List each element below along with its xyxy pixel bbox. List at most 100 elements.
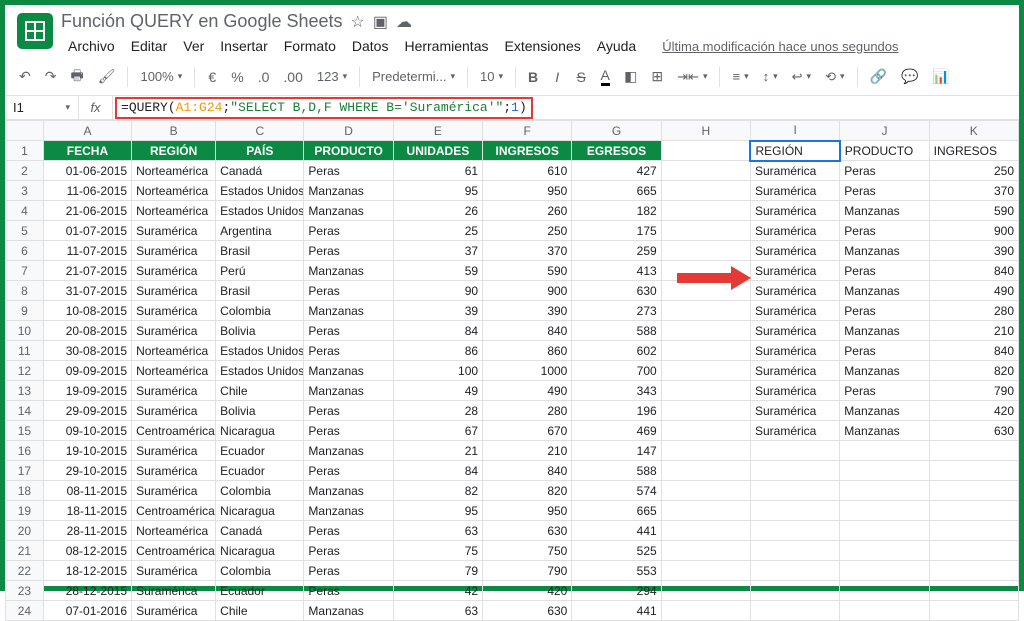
cell-H1[interactable] xyxy=(661,141,750,161)
halign-icon[interactable]: ≡ xyxy=(726,65,754,88)
cell-C19[interactable]: Nicaragua xyxy=(216,501,304,521)
cell-D20[interactable]: Peras xyxy=(304,521,393,541)
cell-K8[interactable]: 490 xyxy=(929,281,1018,301)
col-header-C[interactable]: C xyxy=(216,121,304,141)
cell-A11[interactable]: 30-08-2015 xyxy=(43,341,131,361)
cell-H12[interactable] xyxy=(661,361,750,381)
doc-title[interactable]: Función QUERY en Google Sheets xyxy=(61,11,343,32)
cell-K22[interactable] xyxy=(929,561,1018,581)
cell-B18[interactable]: Suramérica xyxy=(132,481,216,501)
cell-I21[interactable] xyxy=(750,541,839,561)
row-header-20[interactable]: 20 xyxy=(6,521,44,541)
cell-I12[interactable]: Suramérica xyxy=(750,361,839,381)
cell-D6[interactable]: Peras xyxy=(304,241,393,261)
cell-G19[interactable]: 665 xyxy=(572,501,661,521)
cell-G22[interactable]: 553 xyxy=(572,561,661,581)
cell-E1[interactable]: UNIDADES xyxy=(393,141,482,161)
redo-icon[interactable]: ↷ xyxy=(39,64,63,89)
cell-F14[interactable]: 280 xyxy=(483,401,572,421)
cell-B2[interactable]: Norteamérica xyxy=(132,161,216,181)
cell-B16[interactable]: Suramérica xyxy=(132,441,216,461)
cell-A15[interactable]: 09-10-2015 xyxy=(43,421,131,441)
cell-A22[interactable]: 18-12-2015 xyxy=(43,561,131,581)
cell-B17[interactable]: Suramérica xyxy=(132,461,216,481)
cell-B22[interactable]: Suramérica xyxy=(132,561,216,581)
cell-I18[interactable] xyxy=(750,481,839,501)
row-header-11[interactable]: 11 xyxy=(6,341,44,361)
menu-ayuda[interactable]: Ayuda xyxy=(590,34,643,58)
cell-K2[interactable]: 250 xyxy=(929,161,1018,181)
cell-J2[interactable]: Peras xyxy=(840,161,929,181)
cell-J14[interactable]: Manzanas xyxy=(840,401,929,421)
cell-A6[interactable]: 11-07-2015 xyxy=(43,241,131,261)
row-header-15[interactable]: 15 xyxy=(6,421,44,441)
cell-H16[interactable] xyxy=(661,441,750,461)
cell-A19[interactable]: 18-11-2015 xyxy=(43,501,131,521)
cell-G3[interactable]: 665 xyxy=(572,181,661,201)
cell-I22[interactable] xyxy=(750,561,839,581)
cell-J17[interactable] xyxy=(840,461,929,481)
row-header-21[interactable]: 21 xyxy=(6,541,44,561)
cell-C24[interactable]: Chile xyxy=(216,601,304,621)
menu-herramientas[interactable]: Herramientas xyxy=(397,34,495,58)
cell-B12[interactable]: Norteamérica xyxy=(132,361,216,381)
cell-I20[interactable] xyxy=(750,521,839,541)
cell-G8[interactable]: 630 xyxy=(572,281,661,301)
cell-J4[interactable]: Manzanas xyxy=(840,201,929,221)
cell-E20[interactable]: 63 xyxy=(393,521,482,541)
cell-C13[interactable]: Chile xyxy=(216,381,304,401)
cell-B15[interactable]: Centroamérica xyxy=(132,421,216,441)
cell-G7[interactable]: 413 xyxy=(572,261,661,281)
cell-D16[interactable]: Manzanas xyxy=(304,441,393,461)
row-header-6[interactable]: 6 xyxy=(6,241,44,261)
cell-K5[interactable]: 900 xyxy=(929,221,1018,241)
cell-F19[interactable]: 950 xyxy=(483,501,572,521)
cell-J15[interactable]: Manzanas xyxy=(840,421,929,441)
decimal-decrease-icon[interactable]: .0 xyxy=(252,65,276,89)
cell-C6[interactable]: Brasil xyxy=(216,241,304,261)
cell-E16[interactable]: 21 xyxy=(393,441,482,461)
cell-K24[interactable] xyxy=(929,601,1018,621)
cell-A21[interactable]: 08-12-2015 xyxy=(43,541,131,561)
cell-A8[interactable]: 31-07-2015 xyxy=(43,281,131,301)
cell-B8[interactable]: Suramérica xyxy=(132,281,216,301)
last-edit[interactable]: Última modificación hace unos segundos xyxy=(655,35,905,58)
cell-H24[interactable] xyxy=(661,601,750,621)
cell-C8[interactable]: Brasil xyxy=(216,281,304,301)
cell-G14[interactable]: 196 xyxy=(572,401,661,421)
cell-F12[interactable]: 1000 xyxy=(483,361,572,381)
move-icon[interactable]: ▣ xyxy=(373,12,388,32)
cell-D13[interactable]: Manzanas xyxy=(304,381,393,401)
cell-B20[interactable]: Norteamérica xyxy=(132,521,216,541)
cell-C18[interactable]: Colombia xyxy=(216,481,304,501)
decimal-increase-icon[interactable]: .00 xyxy=(277,65,308,89)
cell-A9[interactable]: 10-08-2015 xyxy=(43,301,131,321)
cell-K18[interactable] xyxy=(929,481,1018,501)
merge-icon[interactable]: ⇥⇤ xyxy=(671,65,713,89)
font-select[interactable]: Predetermi... xyxy=(366,65,461,88)
cell-F1[interactable]: INGRESOS xyxy=(483,141,572,161)
formula-input[interactable]: =QUERY(A1:G24;"SELECT B,D,F WHERE B='Sur… xyxy=(115,97,533,119)
cell-B6[interactable]: Suramérica xyxy=(132,241,216,261)
cell-F4[interactable]: 260 xyxy=(483,201,572,221)
cell-A4[interactable]: 21-06-2015 xyxy=(43,201,131,221)
cloud-icon[interactable]: ☁ xyxy=(396,12,412,32)
cell-I4[interactable]: Suramérica xyxy=(750,201,839,221)
cell-F18[interactable]: 820 xyxy=(483,481,572,501)
star-icon[interactable]: ☆ xyxy=(351,12,365,32)
cell-E3[interactable]: 95 xyxy=(393,181,482,201)
number-format-select[interactable]: 123 xyxy=(311,65,353,88)
menu-extensiones[interactable]: Extensiones xyxy=(497,34,587,58)
cell-C4[interactable]: Estados Unidos xyxy=(216,201,304,221)
cell-D19[interactable]: Manzanas xyxy=(304,501,393,521)
cell-E22[interactable]: 79 xyxy=(393,561,482,581)
select-all-cell[interactable] xyxy=(6,121,44,141)
cell-I17[interactable] xyxy=(750,461,839,481)
cell-C14[interactable]: Bolivia xyxy=(216,401,304,421)
cell-C3[interactable]: Estados Unidos xyxy=(216,181,304,201)
cell-K16[interactable] xyxy=(929,441,1018,461)
cell-F22[interactable]: 790 xyxy=(483,561,572,581)
cell-H22[interactable] xyxy=(661,561,750,581)
cell-K21[interactable] xyxy=(929,541,1018,561)
col-header-K[interactable]: K xyxy=(929,121,1018,141)
